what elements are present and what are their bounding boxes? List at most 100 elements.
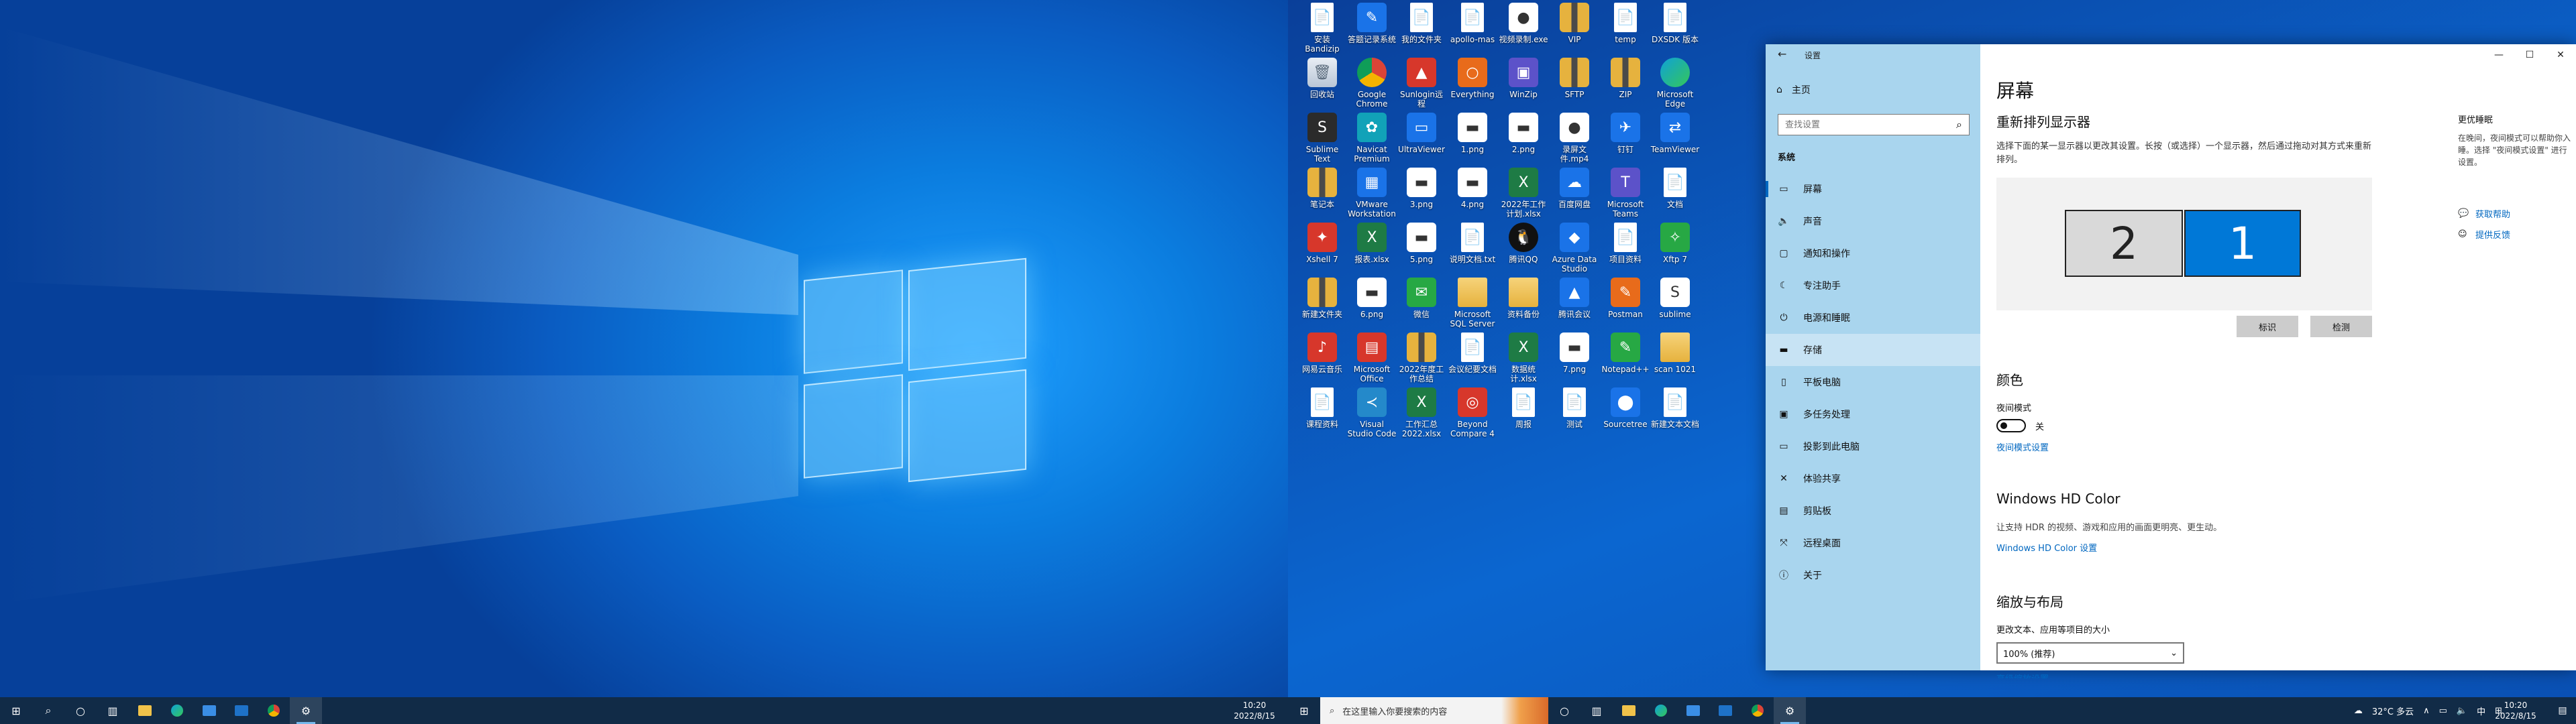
feedback-link[interactable]: ☺ 提供反馈 — [2458, 228, 2572, 241]
hdr-settings-link[interactable]: Windows HD Color 设置 — [1996, 541, 2372, 554]
desktop-icon[interactable]: Microsoft Edge — [1650, 58, 1700, 109]
desktop-icon[interactable]: 📄 会议纪要文档 — [1448, 333, 1497, 383]
maximize-button[interactable]: ☐ — [2514, 44, 2545, 66]
desktop-icon[interactable]: ○ Everything — [1448, 58, 1497, 109]
sidebar-item-info[interactable]: ⓘ 关于 — [1766, 559, 1980, 591]
weather-text[interactable]: 32°C 多云 — [2372, 705, 2414, 717]
start-button[interactable]: ⊞ — [0, 697, 32, 724]
desktop-icon[interactable]: ✧ Xftp 7 — [1650, 223, 1700, 274]
desktop-icon[interactable]: ZIP — [1601, 58, 1650, 109]
desktop-icon[interactable]: ▤ Microsoft Office — [1347, 333, 1397, 383]
desktop-icon[interactable]: ● 录屏文件.mp4 — [1550, 113, 1599, 164]
desktop-icon[interactable]: ◎ Beyond Compare 4 — [1448, 387, 1497, 438]
desktop-icon[interactable]: ▬ 4.png — [1448, 168, 1497, 219]
taskbar-clock-right[interactable]: 10:20 2022/8/15 — [2482, 697, 2549, 724]
store-icon[interactable] — [193, 697, 225, 724]
sidebar-item-storage[interactable]: ▬ 存储 — [1766, 334, 1980, 366]
desktop-icon[interactable]: 📄 DXSDK 版本 — [1650, 3, 1700, 54]
desktop-icon[interactable]: X 数据统计.xlsx — [1499, 333, 1548, 383]
sidebar-item-home[interactable]: ⌂ 主页 — [1776, 83, 1811, 97]
desktop-icon[interactable]: ▬ 6.png — [1347, 278, 1397, 328]
monitor-2-tile[interactable]: 2 — [2065, 210, 2183, 277]
sidebar-item-monitor[interactable]: ▭ 屏幕 — [1766, 173, 1980, 205]
search-icon[interactable]: ⌕ — [1956, 118, 1962, 131]
desktop-icon[interactable]: ✦ Xshell 7 — [1297, 223, 1347, 274]
desktop-icon[interactable]: ▬ 1.png — [1448, 113, 1497, 164]
desktop-icon[interactable]: scan 1021 — [1650, 333, 1700, 383]
edge-icon[interactable] — [161, 697, 193, 724]
desktop-icon[interactable]: 📄 安装Bandizip — [1297, 3, 1347, 54]
desktop-icon[interactable]: 新建文件夹 — [1297, 278, 1347, 328]
desktop-icon[interactable]: 🗑 回收站 — [1297, 58, 1347, 109]
store-icon[interactable] — [1677, 697, 1709, 724]
edge-icon[interactable] — [1645, 697, 1677, 724]
settings-gear-icon[interactable]: ⚙ — [1774, 697, 1806, 724]
desktop-icon[interactable]: 📄 项目资料 — [1601, 223, 1650, 274]
settings-search-box[interactable]: ⌕ — [1778, 114, 1970, 135]
cortana-icon[interactable]: ○ — [1548, 697, 1580, 724]
task-view-icon[interactable]: ▥ — [1580, 697, 1613, 724]
desktop-icon[interactable]: ☁ 百度网盘 — [1550, 168, 1599, 219]
desktop-icon[interactable]: ▬ 2.png — [1499, 113, 1548, 164]
desktop-icon[interactable]: 资料备份 — [1499, 278, 1548, 328]
file-explorer-icon[interactable] — [129, 697, 161, 724]
network-icon[interactable]: ▭ — [2439, 706, 2447, 716]
desktop-icon[interactable]: Ssublime — [1650, 278, 1700, 328]
desktop-icon[interactable]: ▣ WinZip — [1499, 58, 1548, 109]
desktop-icon[interactable]: ✉ 微信 — [1397, 278, 1446, 328]
file-explorer-icon[interactable] — [1613, 697, 1645, 724]
desktop-icon[interactable]: VIP — [1550, 3, 1599, 54]
desktop-icon[interactable]: 📄 新建文本文档 — [1650, 387, 1700, 438]
sidebar-item-project[interactable]: ▭ 投影到此电脑 — [1766, 430, 1980, 463]
notification-center-icon[interactable]: ▤ — [2549, 697, 2576, 724]
desktop-icon[interactable]: ✎ 答题记录系统 — [1347, 3, 1397, 54]
desktop-icon[interactable]: ▭ UltraViewer — [1397, 113, 1446, 164]
search-input[interactable] — [1785, 119, 1939, 130]
mail-icon[interactable] — [1709, 697, 1741, 724]
sidebar-item-remote[interactable]: ⤧ 远程桌面 — [1766, 527, 1980, 559]
sidebar-item-notification[interactable]: ▢ 通知和操作 — [1766, 237, 1980, 269]
minimize-button[interactable]: — — [2483, 44, 2514, 66]
desktop-icon[interactable]: X 2022年工作计划.xlsx — [1499, 168, 1548, 219]
desktop-icon[interactable]: Google Chrome — [1347, 58, 1397, 109]
night-light-settings-link[interactable]: 夜间模式设置 — [1996, 440, 2372, 453]
scale-dropdown[interactable]: 100% (推荐) ⌄ — [1996, 642, 2184, 664]
sidebar-item-moon[interactable]: ☾ 专注助手 — [1766, 269, 1980, 302]
advanced-scaling-link[interactable]: 高级缩放设置 — [1996, 672, 2372, 678]
desktop-icon[interactable]: 📄 我的文件夹 — [1397, 3, 1446, 54]
desktop-icon[interactable]: 📄 temp — [1601, 3, 1650, 54]
desktop-icon[interactable]: T Microsoft Teams — [1601, 168, 1650, 219]
desktop-icon[interactable]: ♪ 网易云音乐 — [1297, 333, 1347, 383]
sidebar-item-tablet[interactable]: ▯ 平板电脑 — [1766, 366, 1980, 398]
start-button[interactable]: ⊞ — [1288, 697, 1320, 724]
mail-icon[interactable] — [225, 697, 258, 724]
desktop-icon[interactable]: Microsoft SQL Server — [1448, 278, 1497, 328]
desktop-icon[interactable]: 笔记本 — [1297, 168, 1347, 219]
sidebar-item-speaker[interactable]: 🔈 声音 — [1766, 205, 1980, 237]
desktop-icon[interactable]: ▦ VMware Workstation — [1347, 168, 1397, 219]
back-arrow-icon[interactable]: ← — [1778, 48, 1786, 60]
desktop-icon[interactable]: 📄 apollo-mas — [1448, 3, 1497, 54]
volume-icon[interactable]: 🔈 — [2457, 706, 2467, 716]
desktop-icon[interactable]: ▬ 3.png — [1397, 168, 1446, 219]
display-arrangement-area[interactable]: 2 1 — [1996, 178, 2372, 310]
desktop-icon[interactable]: 📄 测试 — [1550, 387, 1599, 438]
sidebar-item-multitask[interactable]: ▣ 多任务处理 — [1766, 398, 1980, 430]
desktop-icon[interactable]: 2022年度工作总结 — [1397, 333, 1446, 383]
sidebar-item-share[interactable]: ✕ 体验共享 — [1766, 463, 1980, 495]
desktop-icon[interactable]: 📄 周报 — [1499, 387, 1548, 438]
chrome-icon[interactable] — [258, 697, 290, 724]
desktop-icon[interactable]: 📄 课程资料 — [1297, 387, 1347, 438]
desktop-icon[interactable]: SFTP — [1550, 58, 1599, 109]
desktop-icon[interactable]: ⬤ Sourcetree — [1601, 387, 1650, 438]
desktop-icon[interactable]: ≺ Visual Studio Code — [1347, 387, 1397, 438]
cortana-icon[interactable]: ○ — [64, 697, 97, 724]
desktop-icon[interactable]: ▲ Sunlogin远程 — [1397, 58, 1446, 109]
settings-gear-icon[interactable]: ⚙ — [290, 697, 322, 724]
desktop-icon[interactable]: ● 视频录制.exe — [1499, 3, 1548, 54]
identify-button[interactable]: 标识 — [2237, 316, 2298, 337]
desktop-icon[interactable]: S Sublime Text — [1297, 113, 1347, 164]
desktop-icon[interactable]: ◆ Azure Data Studio — [1550, 223, 1599, 274]
chrome-icon[interactable] — [1741, 697, 1774, 724]
desktop-icon[interactable]: X 报表.xlsx — [1347, 223, 1397, 274]
